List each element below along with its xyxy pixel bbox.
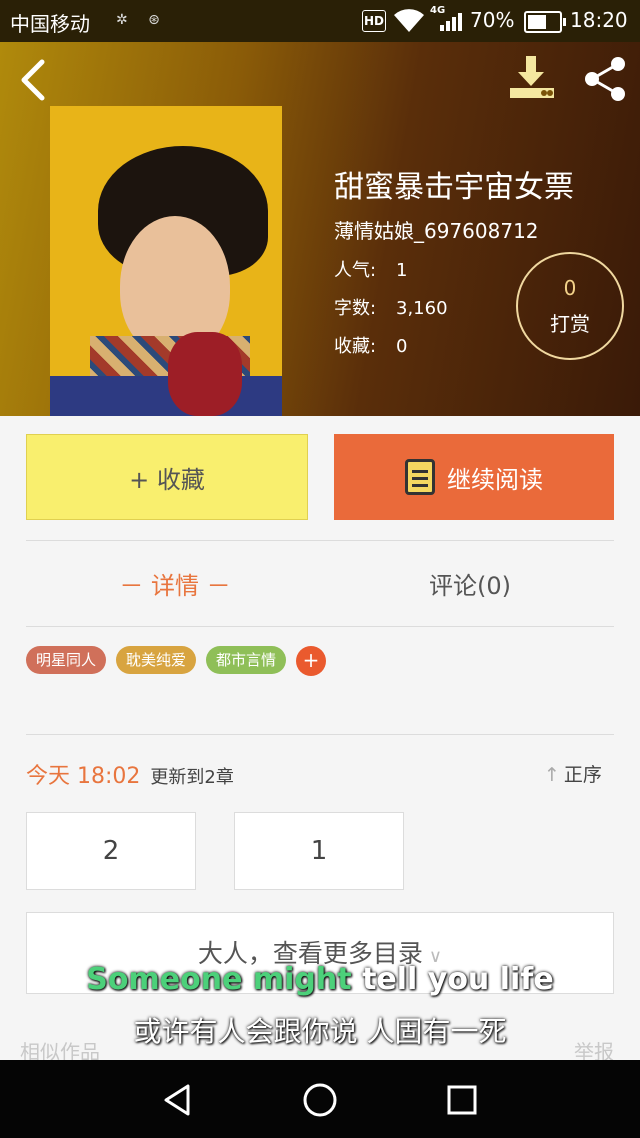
tag-chip[interactable]: 都市言情 <box>206 646 287 674</box>
back-icon[interactable] <box>14 56 54 104</box>
favorite-label: + 收藏 <box>129 465 205 494</box>
share-icon[interactable] <box>580 54 630 104</box>
divider <box>26 540 614 541</box>
battery-icon <box>524 11 566 33</box>
tag-chip[interactable]: 明星同人 <box>26 646 107 674</box>
arrow-up-icon: ↑ <box>544 764 560 786</box>
stat-word-count: 字数: 3,160 <box>334 294 448 320</box>
hd-badge: HD <box>362 10 386 32</box>
download-icon[interactable] <box>506 54 558 102</box>
status-bar: 中国移动 ✲ ⊛ HD 4G 70% 18:20 <box>0 0 640 42</box>
tab-details[interactable]: － 详情 － <box>100 566 250 601</box>
subtitle-english: Someone might tell you life <box>0 962 640 997</box>
book-cover-image[interactable] <box>50 106 282 416</box>
wifi-icon <box>392 6 426 40</box>
tip-count: 0 <box>563 276 577 300</box>
clock: 18:20 <box>570 8 628 32</box>
tag-list: 明星同人 耽美纯爱 都市言情 + <box>26 646 327 676</box>
add-tag-button[interactable]: + <box>296 646 327 676</box>
divider <box>26 626 614 627</box>
stat-value: 3,160 <box>396 298 448 319</box>
tip-button[interactable]: 0 打赏 <box>516 252 624 360</box>
subtitle-rest: tell you life <box>362 962 554 997</box>
continue-label: 继续阅读 <box>447 465 543 494</box>
stat-label: 字数: <box>334 298 377 319</box>
recent-apps-icon[interactable] <box>442 1080 482 1120</box>
update-text: 更新到2章 <box>150 767 234 788</box>
sort-label: 正序 <box>563 764 602 786</box>
tip-label: 打赏 <box>550 312 590 336</box>
stat-label: 人气: <box>334 260 377 281</box>
notification-icons: ✲ ⊛ <box>116 12 168 28</box>
back-nav-icon[interactable] <box>158 1080 198 1120</box>
stat-value: 1 <box>396 260 408 281</box>
chapter-item[interactable]: 1 <box>234 812 404 890</box>
book-header: 甜蜜暴击宇宙女票 薄情姑娘_697608712 人气: 1 字数: 3,160 收藏… <box>0 42 640 416</box>
stat-popularity: 人气: 1 <box>334 256 407 282</box>
system-nav-bar <box>0 1060 640 1138</box>
update-time: 今天 18:02 <box>26 764 141 789</box>
stat-favorites: 收藏: 0 <box>334 332 407 358</box>
sort-order-button[interactable]: ↑ 正序 <box>544 760 602 787</box>
subtitle-highlight: Someone might <box>86 962 352 997</box>
divider <box>26 734 614 735</box>
subtitle-chinese: 或许有人会跟你说 人固有一死 <box>133 1015 507 1048</box>
stat-value: 0 <box>396 336 408 357</box>
book-title: 甜蜜暴击宇宙女票 <box>334 170 574 205</box>
home-nav-icon[interactable] <box>300 1080 340 1120</box>
book-author[interactable]: 薄情姑娘_697608712 <box>334 215 539 244</box>
add-favorite-button[interactable]: + 收藏 <box>26 434 308 520</box>
tag-chip[interactable]: 耽美纯爱 <box>116 646 197 674</box>
chapter-item[interactable]: 2 <box>26 812 196 890</box>
book-icon <box>405 459 435 495</box>
battery-percent: 70% <box>470 8 515 32</box>
update-info: 今天 18:02 更新到2章 <box>26 758 234 790</box>
stat-label: 收藏: <box>334 336 377 357</box>
continue-reading-button[interactable]: 继续阅读 <box>334 434 614 520</box>
signal-icon <box>440 12 464 31</box>
carrier-name: 中国移动 <box>10 12 90 36</box>
tab-comments[interactable]: 评论(0) <box>400 566 540 601</box>
